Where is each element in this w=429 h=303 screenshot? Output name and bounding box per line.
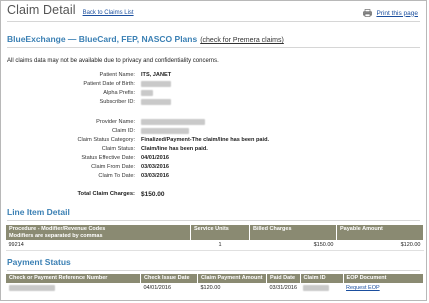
page-title: Claim Detail xyxy=(7,3,76,17)
plan-heading-text: BlueExchange — BlueCard, FEP, NASCO Plan… xyxy=(7,34,198,44)
claim-detail-page: Claim Detail Back to Claims List Print t… xyxy=(0,0,427,301)
line-item-header-row: Procedure - Modifier/Revenue Codes Modif… xyxy=(5,224,424,241)
payment-table: Check or Payment Reference Number Check … xyxy=(5,273,425,293)
field-label: Claim From Date: xyxy=(91,164,135,170)
col-payable-amount: Payable Amount xyxy=(336,224,424,241)
field-label: Claim Status: xyxy=(101,146,135,152)
field-label: Provider Name: xyxy=(96,119,135,125)
payment-divider xyxy=(7,270,420,271)
redacted-value xyxy=(141,119,205,125)
col-eob-document: EOP Document xyxy=(342,273,425,284)
col-payment-amount: Claim Payment Amount xyxy=(197,273,267,284)
payable-amount: $120.00 xyxy=(336,240,424,251)
field-provider-name: Provider Name: xyxy=(1,119,421,128)
field-label: Patient Name: xyxy=(99,72,135,78)
service-units: 1 xyxy=(190,240,250,251)
field-label: Total Claim Charges: xyxy=(77,191,135,197)
field-claim-status: Claim Status: Claim/line has been paid. xyxy=(1,146,421,155)
status-effective-date-value: 04/01/2016 xyxy=(141,155,169,161)
claim-to-date-value: 03/03/2016 xyxy=(141,173,169,179)
table-row: 99214 1 $150.00 $120.00 xyxy=(5,240,424,251)
patient-name-value: ITS, JANET xyxy=(141,72,172,78)
field-status-category: Claim Status Category: Finalized/Payment… xyxy=(1,137,421,146)
redacted-value xyxy=(141,128,189,134)
billed-charges: $150.00 xyxy=(249,240,337,251)
line-item-table: Procedure - Modifier/Revenue Codes Modif… xyxy=(5,224,424,251)
printer-icon[interactable] xyxy=(363,9,373,17)
col-billed-charges: Billed Charges xyxy=(249,224,337,241)
header-divider xyxy=(7,21,420,22)
col-procedure-label: Procedure - Modifier/Revenue Codes xyxy=(9,226,106,232)
payment-header-row: Check or Payment Reference Number Check … xyxy=(5,273,425,284)
col-service-units: Service Units xyxy=(190,224,250,241)
col-claim-id: Claim ID xyxy=(299,273,344,284)
back-to-claims-link[interactable]: Back to Claims List xyxy=(83,10,134,16)
check-issue-date: 04/01/2016 xyxy=(143,284,172,291)
field-claim-id: Claim ID: xyxy=(1,128,421,137)
plan-divider xyxy=(7,47,420,48)
print-page-link[interactable]: Print this page xyxy=(376,10,418,17)
request-eop-link[interactable]: Request EOP xyxy=(343,283,423,293)
field-patient-name: Patient Name: ITS, JANET xyxy=(1,72,421,81)
col-check-ref: Check or Payment Reference Number xyxy=(5,273,141,284)
line-item-heading: Line Item Detail xyxy=(7,207,70,217)
claim-payment-amount: $120.00 xyxy=(200,284,221,291)
page-header: Claim Detail Back to Claims List xyxy=(7,3,134,21)
check-premera-claims-link[interactable]: (check for Premera claims) xyxy=(200,37,284,44)
field-label: Subscriber ID: xyxy=(99,99,135,105)
col-procedure-note: Modifiers are separated by commas xyxy=(9,232,103,239)
line-item-divider xyxy=(7,220,420,221)
redacted-value xyxy=(141,81,171,87)
redacted-value xyxy=(6,283,141,293)
col-paid-date: Paid Date xyxy=(266,273,301,284)
table-row: 04/01/2016 $120.00 03/31/2016 Request EO… xyxy=(6,283,424,293)
print-area[interactable]: Print this page xyxy=(363,9,418,17)
field-label: Claim ID: xyxy=(112,128,135,134)
field-label: Claim Status Category: xyxy=(77,137,135,143)
claim-status-value: Claim/line has been paid. xyxy=(141,146,208,152)
col-issue-date: Check Issue Date xyxy=(140,273,198,284)
redacted-value xyxy=(141,90,153,96)
field-claim-to-date: Claim To Date: 03/03/2016 xyxy=(1,173,421,182)
field-subscriber-id: Subscriber ID: xyxy=(1,99,421,108)
privacy-note: All claims data may not be available due… xyxy=(7,58,219,64)
field-label: Claim To Date: xyxy=(98,173,135,179)
col-procedure: Procedure - Modifier/Revenue Codes Modif… xyxy=(5,224,191,241)
paid-date: 03/31/2016 xyxy=(269,284,298,291)
redacted-value xyxy=(300,283,343,293)
total-claim-charges-value: $150.00 xyxy=(141,191,165,198)
field-total-claim-charges: Total Claim Charges: $150.00 xyxy=(1,191,421,200)
redacted-value xyxy=(141,99,171,105)
payment-status-heading: Payment Status xyxy=(7,257,71,267)
field-claim-from-date: Claim From Date: 03/03/2016 xyxy=(1,164,421,173)
status-category-value: Finalized/Payment-The claim/line has bee… xyxy=(141,137,270,143)
plan-heading: BlueExchange — BlueCard, FEP, NASCO Plan… xyxy=(7,34,284,44)
claim-from-date-value: 03/03/2016 xyxy=(141,164,169,170)
request-eop-link-text[interactable]: Request EOP xyxy=(346,285,380,291)
field-label: Status Effective Date: xyxy=(81,155,135,161)
field-label: Patient Date of Birth: xyxy=(83,81,135,87)
procedure-code: 99214 xyxy=(5,240,191,251)
field-patient-dob: Patient Date of Birth: xyxy=(1,81,421,90)
field-alpha-prefix: Alpha Prefix: xyxy=(1,90,421,99)
field-status-effective-date: Status Effective Date: 04/01/2016 xyxy=(1,155,421,164)
field-label: Alpha Prefix: xyxy=(103,90,135,96)
